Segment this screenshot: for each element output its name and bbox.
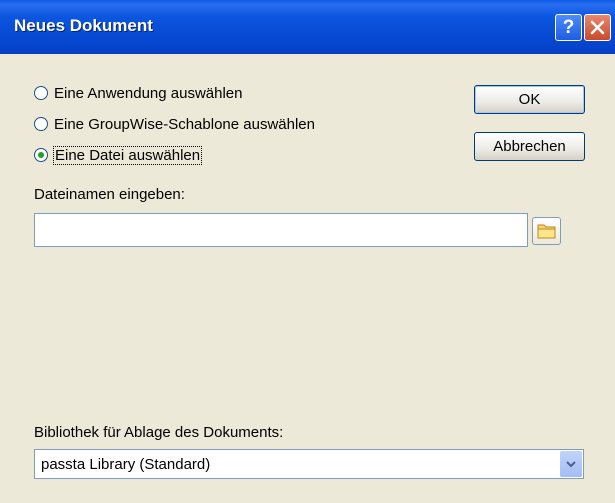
- dropdown-button[interactable]: [560, 451, 582, 477]
- help-button[interactable]: ?: [555, 14, 582, 41]
- title-bar[interactable]: Neues Dokument ?: [0, 0, 615, 54]
- radio-label: Eine GroupWise-Schablone auswählen: [54, 115, 315, 133]
- radio-selected-dot: [38, 152, 44, 158]
- library-label: Bibliothek für Ablage des Dokuments:: [34, 424, 284, 441]
- radio-label: Eine Datei auswählen: [52, 145, 203, 165]
- radio-option-application[interactable]: Eine Anwendung auswählen: [34, 82, 242, 104]
- close-icon: [590, 20, 605, 35]
- library-select[interactable]: passta Library (Standard): [34, 449, 584, 479]
- cancel-button[interactable]: Abbrechen: [474, 132, 585, 161]
- browse-button[interactable]: [532, 217, 561, 245]
- radio-option-file[interactable]: Eine Datei auswählen: [34, 144, 203, 166]
- close-button[interactable]: [584, 14, 611, 41]
- ok-button[interactable]: OK: [474, 85, 585, 114]
- folder-icon: [537, 224, 555, 239]
- window-title: Neues Dokument: [14, 16, 153, 35]
- radio-button[interactable]: [34, 86, 48, 100]
- library-selected-value: passta Library (Standard): [41, 456, 211, 473]
- radio-option-template[interactable]: Eine GroupWise-Schablone auswählen: [34, 113, 315, 135]
- radio-button-selected[interactable]: [34, 148, 48, 162]
- filename-label: Dateinamen eingeben:: [34, 186, 185, 203]
- chevron-down-icon: [566, 461, 576, 468]
- radio-label: Eine Anwendung auswählen: [54, 84, 243, 102]
- radio-button[interactable]: [34, 117, 48, 131]
- help-icon: ?: [562, 16, 575, 38]
- filename-input[interactable]: [34, 213, 528, 247]
